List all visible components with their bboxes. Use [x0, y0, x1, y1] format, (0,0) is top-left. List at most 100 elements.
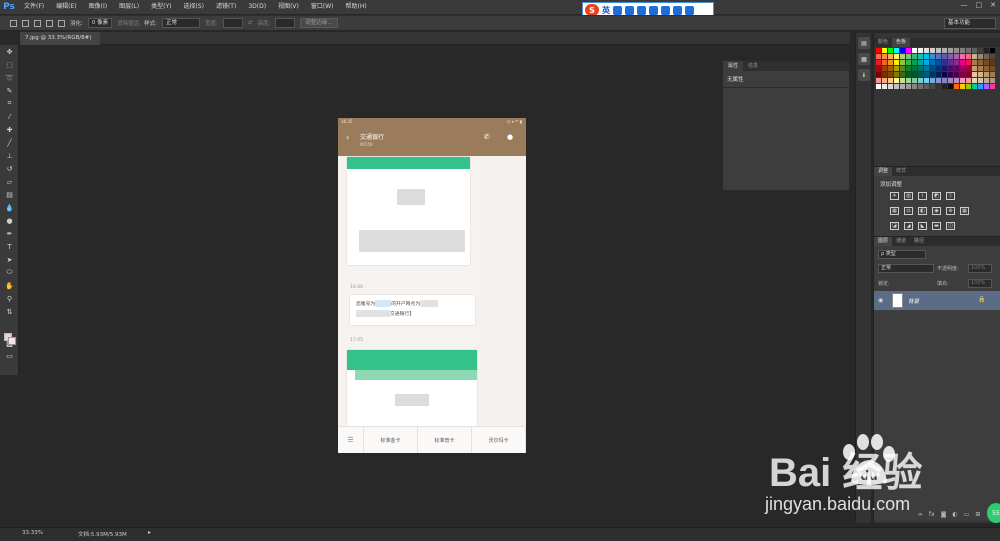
- photo-filter-icon[interactable]: ◉: [932, 207, 941, 215]
- color-swatch[interactable]: [978, 60, 983, 65]
- swatches-grid[interactable]: [876, 48, 997, 93]
- color-swatch[interactable]: [906, 66, 911, 71]
- pen-tool-icon[interactable]: ✒: [0, 227, 19, 240]
- tab-swatches[interactable]: 色板: [892, 38, 911, 47]
- color-swatch[interactable]: [906, 60, 911, 65]
- color-swatch[interactable]: [978, 84, 983, 89]
- menu-type[interactable]: 类型(Y): [145, 0, 177, 14]
- new-selection-icon[interactable]: [22, 19, 29, 27]
- color-swatch[interactable]: [918, 78, 923, 83]
- color-swatch[interactable]: [936, 84, 941, 89]
- menu-edit[interactable]: 编辑(E): [50, 0, 82, 14]
- color-swatch[interactable]: [894, 78, 899, 83]
- color-swatch[interactable]: [924, 66, 929, 71]
- hue-saturation-icon[interactable]: ▦: [890, 207, 899, 215]
- ime-toolbox-icon[interactable]: [673, 5, 682, 15]
- color-swatch[interactable]: [948, 78, 953, 83]
- background-color-swatch[interactable]: [8, 337, 16, 345]
- color-swatch[interactable]: [972, 60, 977, 65]
- lasso-tool-icon[interactable]: ➰: [0, 71, 19, 84]
- blur-tool-icon[interactable]: 💧: [0, 201, 19, 214]
- color-swatch[interactable]: [882, 66, 887, 71]
- color-swatch[interactable]: [960, 78, 965, 83]
- tab-properties[interactable]: 属性: [723, 61, 744, 71]
- color-swatch[interactable]: [930, 54, 935, 59]
- color-swatch[interactable]: [876, 78, 881, 83]
- color-swatch[interactable]: [942, 48, 947, 53]
- color-swatch[interactable]: [936, 54, 941, 59]
- zoom-level[interactable]: 33.33%: [22, 530, 43, 536]
- color-swatch[interactable]: [948, 66, 953, 71]
- color-swatch[interactable]: [882, 54, 887, 59]
- menu-filter[interactable]: 滤镜(T): [210, 0, 242, 14]
- color-swatch[interactable]: [960, 54, 965, 59]
- color-swatch[interactable]: [918, 84, 923, 89]
- color-swatch[interactable]: [888, 48, 893, 53]
- color-swatch[interactable]: [906, 78, 911, 83]
- opacity-input[interactable]: 100%: [968, 264, 992, 273]
- color-swatch[interactable]: [972, 72, 977, 77]
- screen-mode-icon[interactable]: ▭: [0, 349, 19, 362]
- color-swatch[interactable]: [924, 78, 929, 83]
- color-swatch[interactable]: [900, 48, 905, 53]
- curves-icon[interactable]: ⌇: [918, 192, 927, 200]
- brightness-icon[interactable]: ☀: [890, 192, 899, 200]
- menu-window[interactable]: 窗口(W): [305, 0, 340, 14]
- color-swatch[interactable]: [990, 84, 995, 89]
- color-swatch[interactable]: [960, 84, 965, 89]
- color-swatch[interactable]: [942, 72, 947, 77]
- vibrance-icon[interactable]: ▽: [946, 192, 955, 200]
- eyedropper-tool-icon[interactable]: ⁄: [0, 110, 19, 123]
- color-swatch[interactable]: [912, 54, 917, 59]
- color-swatch[interactable]: [984, 48, 989, 53]
- color-swatch[interactable]: [942, 54, 947, 59]
- color-swatch[interactable]: [984, 84, 989, 89]
- color-swatch[interactable]: [948, 84, 953, 89]
- color-swatch[interactable]: [906, 84, 911, 89]
- color-swatch[interactable]: [882, 78, 887, 83]
- color-swatch[interactable]: [990, 78, 995, 83]
- levels-icon[interactable]: ▥: [904, 192, 913, 200]
- color-swatch[interactable]: [978, 54, 983, 59]
- color-swatch[interactable]: [930, 48, 935, 53]
- black-white-icon[interactable]: ◧: [918, 207, 927, 215]
- quick-select-tool-icon[interactable]: ✎: [0, 84, 19, 97]
- visibility-eye-icon[interactable]: ◉: [878, 297, 883, 304]
- color-swatch[interactable]: [942, 78, 947, 83]
- color-swatch[interactable]: [966, 60, 971, 65]
- color-swatch[interactable]: [876, 60, 881, 65]
- color-swatch[interactable]: [948, 72, 953, 77]
- menu-help[interactable]: 帮助(H): [340, 0, 373, 14]
- ime-punctuation-icon[interactable]: [613, 5, 622, 15]
- status-menu-arrow-icon[interactable]: ▸: [148, 529, 151, 536]
- color-lookup-icon[interactable]: ▦: [960, 207, 969, 215]
- width-input[interactable]: [222, 18, 243, 28]
- ime-voice-icon[interactable]: [637, 5, 646, 15]
- type-tool-icon[interactable]: T: [0, 240, 19, 253]
- subtract-selection-icon[interactable]: [46, 19, 53, 27]
- color-swatch[interactable]: [876, 84, 881, 89]
- color-swatch[interactable]: [888, 72, 893, 77]
- color-swatch[interactable]: [936, 78, 941, 83]
- color-swatch[interactable]: [900, 84, 905, 89]
- color-swatch[interactable]: [936, 60, 941, 65]
- color-swatch[interactable]: [888, 78, 893, 83]
- color-swatch[interactable]: [918, 66, 923, 71]
- color-swatch[interactable]: [966, 84, 971, 89]
- color-swatch[interactable]: [948, 54, 953, 59]
- color-swatch[interactable]: [990, 48, 995, 53]
- color-swatch[interactable]: [918, 60, 923, 65]
- color-swatch[interactable]: [990, 66, 995, 71]
- color-swatch[interactable]: [906, 72, 911, 77]
- clone-stamp-tool-icon[interactable]: ⊥: [0, 149, 19, 162]
- color-swatch[interactable]: [876, 48, 881, 53]
- color-swatch[interactable]: [918, 48, 923, 53]
- color-swatch[interactable]: [942, 60, 947, 65]
- tab-color[interactable]: 颜色: [874, 38, 892, 47]
- color-swatch[interactable]: [984, 54, 989, 59]
- color-swatch[interactable]: [960, 66, 965, 71]
- color-swatch[interactable]: [960, 60, 965, 65]
- tab-adjustments[interactable]: 调整: [874, 167, 893, 176]
- color-swatch[interactable]: [942, 84, 947, 89]
- color-swatch[interactable]: [900, 66, 905, 71]
